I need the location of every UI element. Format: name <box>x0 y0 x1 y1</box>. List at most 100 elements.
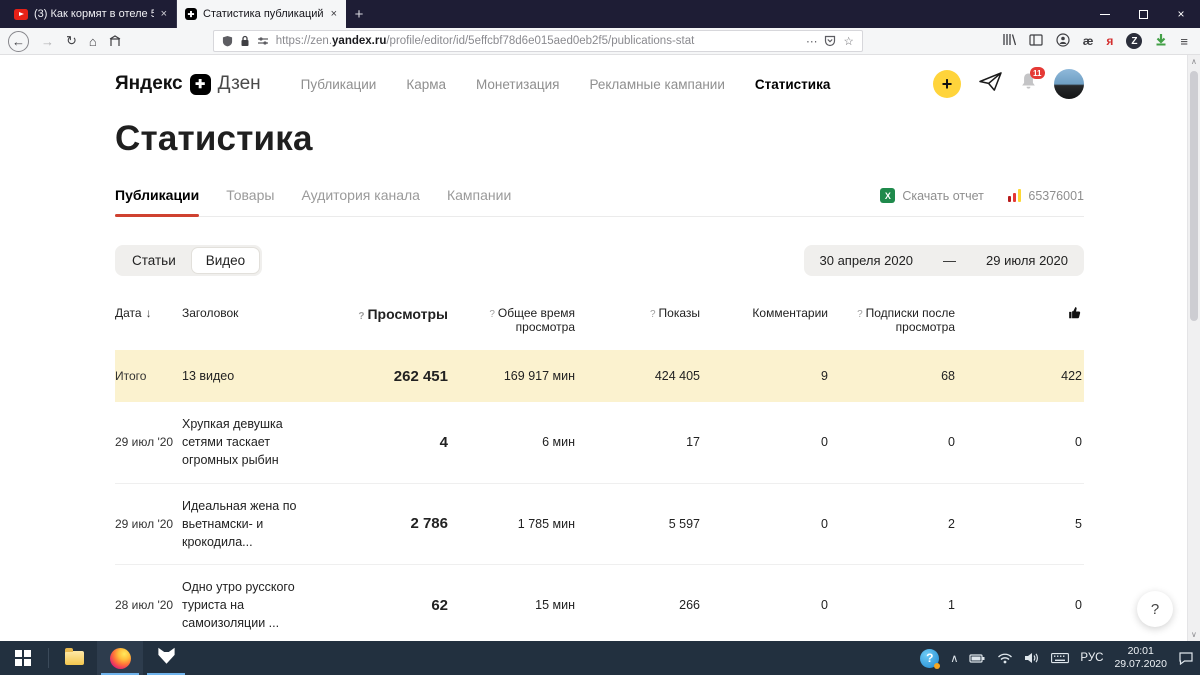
nav-item-monetization[interactable]: Монетизация <box>476 77 559 92</box>
battery-icon[interactable] <box>969 652 986 664</box>
column-header-likes[interactable] <box>955 306 1082 323</box>
extension-yandex-icon[interactable]: я <box>1106 34 1113 48</box>
row-title[interactable]: Идеальная жена по вьетнамски- и крокодил… <box>182 497 322 551</box>
taskbar-clock[interactable]: 20:01 29.07.2020 <box>1114 645 1167 671</box>
extension-download-icon[interactable] <box>1155 33 1167 49</box>
metrika-link[interactable]: 65376001 <box>1007 189 1084 203</box>
library-icon[interactable] <box>1002 33 1016 49</box>
help-button[interactable]: ? <box>1137 591 1173 627</box>
volume-icon[interactable] <box>1024 652 1040 664</box>
language-indicator[interactable]: РУС <box>1080 652 1103 664</box>
row-impressions: 5 597 <box>668 516 700 531</box>
close-tab-icon[interactable]: × <box>330 8 338 20</box>
scroll-up-icon[interactable]: ∧ <box>1191 57 1197 66</box>
column-header-title[interactable]: Заголовок <box>182 306 322 320</box>
avatar[interactable] <box>1054 69 1084 99</box>
sort-desc-icon: ↓ <box>145 306 152 320</box>
row-subscriptions: 1 <box>948 598 955 613</box>
date-range-picker[interactable]: 30 апреля 2020 — 29 июля 2020 <box>803 245 1084 276</box>
zen-brand-logo[interactable]: Яндекс Дзен <box>115 73 261 95</box>
create-post-button[interactable]: + <box>933 70 961 98</box>
reload-button[interactable]: ↻ <box>66 33 77 49</box>
extension-ae-icon[interactable]: æ <box>1083 34 1094 48</box>
url-bar[interactable]: https://zen.yandex.ru/profile/editor/id/… <box>212 30 863 52</box>
row-comments: 0 <box>821 435 828 450</box>
pocket-icon[interactable] <box>824 35 836 47</box>
restore-button[interactable] <box>1124 0 1162 28</box>
account-icon[interactable] <box>1056 32 1070 50</box>
column-header-impressions[interactable]: ? Показы <box>575 306 700 320</box>
page-actions-ellipsis-icon[interactable]: ⋯ <box>806 34 818 48</box>
nav-item-karma[interactable]: Карма <box>406 77 446 92</box>
brand-zen-label: Дзен <box>217 73 261 94</box>
browser-tab-youtube[interactable]: (3) Как кормят в отеле 5* Шве × <box>6 0 176 28</box>
scrollbar-thumb[interactable] <box>1190 71 1198 321</box>
help-tray-icon[interactable]: ? <box>920 648 941 669</box>
row-title[interactable]: Хрупкая девушка сетями таскает огромных … <box>182 415 322 469</box>
back-button[interactable]: ← <box>8 30 29 52</box>
column-header-subscriptions[interactable]: ? Подписки после просмотра <box>828 306 955 334</box>
keyboard-icon[interactable] <box>1051 652 1070 664</box>
minimize-button[interactable] <box>1086 0 1124 28</box>
column-header-views[interactable]: ? Просмотры <box>322 306 448 322</box>
start-button[interactable] <box>0 641 46 675</box>
bookmark-star-icon[interactable]: ☆ <box>843 34 853 48</box>
send-message-icon[interactable] <box>978 71 1003 97</box>
tab-channel-audience[interactable]: Аудитория канала <box>301 187 420 216</box>
filter-articles-button[interactable]: Статьи <box>117 247 191 274</box>
tab-goods[interactable]: Товары <box>226 187 274 216</box>
content-type-switch: Статьи Видео <box>115 245 263 276</box>
column-header-date[interactable]: Дата ↓ <box>115 306 182 320</box>
permissions-icon[interactable] <box>257 36 269 46</box>
download-report-link[interactable]: X Скачать отчет <box>880 188 984 203</box>
sidebar-icon[interactable] <box>1029 33 1043 49</box>
impressions-header-label: Показы <box>658 306 700 320</box>
row-date: 29 июл '20 <box>115 516 174 531</box>
file-explorer-button[interactable] <box>51 641 97 675</box>
lock-icon[interactable] <box>240 35 250 47</box>
menu-hamburger-icon[interactable]: ≡ <box>1180 34 1188 49</box>
notifications-badge: 11 <box>1029 67 1045 79</box>
close-tab-icon[interactable]: × <box>160 8 168 20</box>
tab-title: Статистика публикаций | Янд <box>203 8 324 20</box>
tray-chevron-up-icon[interactable]: ∧ <box>950 652 958 665</box>
wifi-icon[interactable] <box>997 652 1013 664</box>
nav-item-publications[interactable]: Публикации <box>301 77 377 92</box>
notifications-bell-icon[interactable]: 11 <box>1020 67 1045 96</box>
hint-icon[interactable]: ? <box>358 311 364 322</box>
clock-date: 29.07.2020 <box>1114 658 1167 670</box>
nav-item-ad-campaigns[interactable]: Рекламные кампании <box>589 77 724 92</box>
column-header-watch-time[interactable]: ? Общее время просмотра <box>448 306 575 334</box>
hint-icon[interactable]: ? <box>650 309 656 320</box>
action-center-icon[interactable] <box>1178 651 1194 665</box>
firefox-icon <box>109 647 131 669</box>
row-title[interactable]: Одно утро русского туриста на самоизоляц… <box>182 578 322 632</box>
nav-item-statistics[interactable]: Статистика <box>755 77 830 92</box>
row-watch-time: 15 мин <box>535 598 575 613</box>
fox-app-taskbar-button[interactable] <box>143 641 189 675</box>
home-button[interactable]: ⌂ <box>89 34 97 49</box>
hint-icon[interactable]: ? <box>857 309 863 320</box>
extension-zen-icon[interactable]: Z <box>1126 33 1143 49</box>
title-header-label: Заголовок <box>182 306 239 320</box>
new-tab-button[interactable]: + <box>346 0 372 28</box>
metrika-icon <box>1007 189 1022 202</box>
tab-campaigns[interactable]: Кампании <box>447 187 511 216</box>
tracking-protection-shield-icon[interactable] <box>222 35 233 47</box>
restore-icon <box>1138 9 1148 19</box>
vertical-scrollbar[interactable]: ∧ ∨ <box>1187 55 1200 641</box>
forward-button[interactable]: → <box>41 34 54 49</box>
date-to[interactable]: 29 июля 2020 <box>986 253 1068 268</box>
close-window-button[interactable]: × <box>1162 0 1200 28</box>
date-from[interactable]: 30 апреля 2020 <box>820 253 914 268</box>
bookmarks-toolbar-icon[interactable] <box>109 35 121 47</box>
browser-tab-zen-stats[interactable]: Статистика публикаций | Янд × <box>176 0 346 28</box>
filter-video-button[interactable]: Видео <box>190 247 261 274</box>
column-header-comments[interactable]: Комментарии <box>700 306 828 320</box>
totals-likes: 422 <box>1061 369 1082 384</box>
tab-publications[interactable]: Публикации <box>115 187 200 217</box>
row-views: 4 <box>439 433 448 451</box>
hint-icon[interactable]: ? <box>489 309 495 320</box>
firefox-taskbar-button[interactable] <box>97 641 143 675</box>
scroll-down-icon[interactable]: ∨ <box>1191 630 1197 639</box>
